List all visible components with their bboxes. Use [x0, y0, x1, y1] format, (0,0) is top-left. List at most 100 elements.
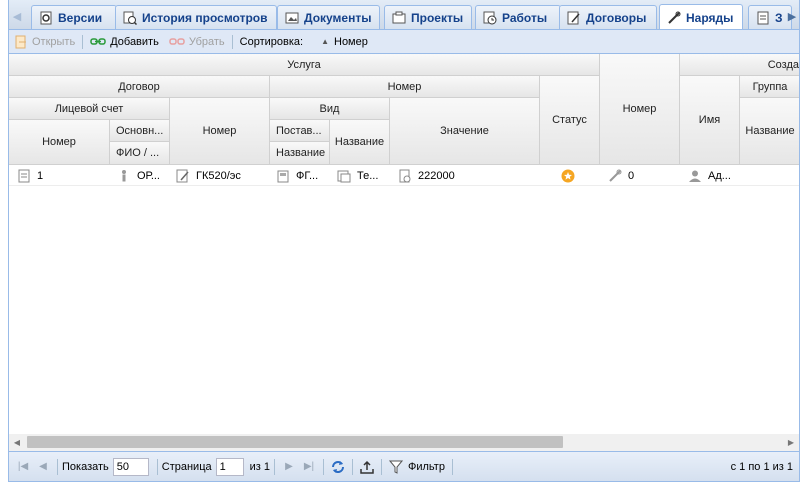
tab-label: История просмотров: [142, 10, 268, 25]
refresh-button[interactable]: [328, 457, 348, 477]
tab-label: Проекты: [411, 10, 464, 25]
order-icon: [609, 169, 622, 182]
last-page-icon[interactable]: ▶|: [299, 457, 319, 477]
page-count-label: из 1: [249, 460, 270, 473]
sort-label: Сортировка:: [235, 32, 308, 52]
header-ls-nomer[interactable]: Номер: [9, 120, 110, 165]
header-usluga[interactable]: Услуга: [9, 54, 600, 76]
table-row[interactable]: 1 ОР... ГК520/эс ФГ... Те... 222000 0 Ад…: [9, 165, 799, 186]
tab-label: Наряды: [686, 10, 734, 25]
tab-label: Договоры: [586, 10, 647, 25]
main-panel: ◀ Версии История просмотров Документы Пр…: [8, 0, 800, 482]
cell-postav: ФГ...: [276, 165, 328, 186]
filter-button[interactable]: Фильтр: [386, 457, 448, 477]
pager-separator: [352, 458, 353, 475]
header-dogovor[interactable]: Договор: [9, 76, 270, 98]
header-osnovn[interactable]: Основн...: [110, 120, 170, 142]
pager-separator: [156, 458, 158, 475]
remove-label: Убрать: [188, 35, 225, 48]
filter-label: Фильтр: [408, 460, 445, 473]
add-label: Добавить: [110, 35, 159, 48]
znachenie-value: 222000: [418, 169, 455, 182]
add-button[interactable]: Добавить: [85, 32, 164, 52]
contract-icon: [176, 169, 189, 182]
page-number-input[interactable]: [215, 457, 244, 476]
tab-history[interactable]: История просмотров: [115, 5, 277, 29]
tab-label: З: [775, 10, 783, 25]
scrollbar-thumb[interactable]: [27, 436, 563, 448]
filter-icon: [389, 460, 403, 474]
header-imya[interactable]: Имя: [680, 76, 740, 165]
nomer-value: 0: [628, 169, 635, 182]
grid-toolbar: Открыть Добавить Убрать Сортировка: ▲ Но…: [9, 30, 799, 54]
tab-works[interactable]: Работы: [475, 5, 561, 29]
header-nomer-group[interactable]: Номер: [270, 76, 540, 98]
open-button[interactable]: Открыть: [9, 32, 80, 52]
header-gruppa[interactable]: Группа: [740, 76, 799, 98]
paging-toolbar: |◀ ◀ Показать Страница из 1 ▶ ▶| Фильтр …: [9, 451, 799, 481]
header-znachenie[interactable]: Значение: [390, 98, 540, 165]
tab-orders[interactable]: Наряды: [659, 4, 743, 29]
orders-icon: [668, 11, 681, 24]
header-dog-nomer[interactable]: Номер: [170, 98, 270, 165]
header-postav[interactable]: Постав...: [270, 120, 330, 142]
tab-scroll-right-icon[interactable]: ▶: [785, 6, 799, 26]
link-add-icon: [90, 37, 106, 45]
history-icon: [123, 11, 137, 25]
cell-nomer: 0: [608, 165, 678, 186]
account-icon: [18, 169, 30, 182]
header-vid[interactable]: Вид: [270, 98, 390, 120]
header-vid-name[interactable]: Название: [330, 120, 390, 165]
header-fio[interactable]: ФИО / ...: [110, 142, 170, 165]
header-status[interactable]: Статус: [540, 76, 600, 165]
header-postav-name[interactable]: Название: [270, 142, 330, 165]
cell-osnovn: ОР...: [117, 165, 169, 186]
imya-value: Ад...: [708, 169, 731, 182]
refresh-icon: [332, 460, 344, 473]
tab-versions[interactable]: Версии: [31, 5, 117, 29]
tab-projects[interactable]: Проекты: [384, 5, 472, 29]
cell-ls-nomer: 1: [17, 165, 107, 186]
tab-documents[interactable]: Документы: [277, 5, 380, 29]
cell-znachenie: 222000: [398, 165, 538, 186]
horizontal-scrollbar[interactable]: ◀ ▶: [9, 434, 799, 451]
link-remove-icon: [169, 37, 185, 45]
open-label: Открыть: [32, 35, 76, 48]
sort-field-button[interactable]: ▲ Номер: [308, 32, 373, 52]
export-icon: [360, 460, 374, 474]
tab-contracts[interactable]: Договоры: [559, 5, 657, 29]
works-icon: [483, 11, 497, 24]
versions-icon: [40, 11, 52, 24]
tab-scroll-left-icon[interactable]: ◀: [10, 6, 24, 26]
page-label: Страница: [161, 460, 212, 473]
first-page-icon[interactable]: |◀: [13, 457, 33, 477]
export-button[interactable]: [357, 457, 377, 477]
page-size-input[interactable]: [112, 457, 149, 476]
user-icon: [689, 170, 701, 182]
next-page-icon[interactable]: ▶: [279, 457, 299, 477]
cell-dog-nomer: ГК520/эс: [176, 165, 268, 186]
pager-separator: [381, 458, 382, 475]
page-size-label: Показать: [62, 460, 109, 473]
header-gruppa-name[interactable]: Название: [740, 98, 799, 165]
osnovn-value: ОР...: [137, 169, 160, 182]
toolbar-separator: [82, 34, 84, 49]
pager-separator: [451, 458, 453, 475]
tab-label: Работы: [502, 10, 548, 25]
projects-icon: [392, 11, 406, 23]
tab-strip: ◀ Версии История просмотров Документы Пр…: [9, 0, 799, 30]
cell-imya: Ад...: [688, 165, 740, 186]
scroll-right-icon[interactable]: ▶: [785, 436, 797, 448]
contracts-icon: [567, 11, 580, 24]
organization-icon: [277, 170, 289, 182]
header-nomer[interactable]: Номер: [600, 54, 680, 165]
remove-button[interactable]: Убрать: [164, 32, 230, 52]
cell-status: [561, 165, 581, 186]
scroll-left-icon[interactable]: ◀: [11, 436, 23, 448]
header-sozdal[interactable]: Созда: [680, 54, 799, 76]
person-icon: [122, 169, 126, 181]
sort-field-label: Номер: [334, 35, 368, 48]
vid-name-value: Те...: [357, 169, 379, 182]
header-licevoy[interactable]: Лицевой счет: [9, 98, 170, 120]
prev-page-icon[interactable]: ◀: [33, 457, 53, 477]
